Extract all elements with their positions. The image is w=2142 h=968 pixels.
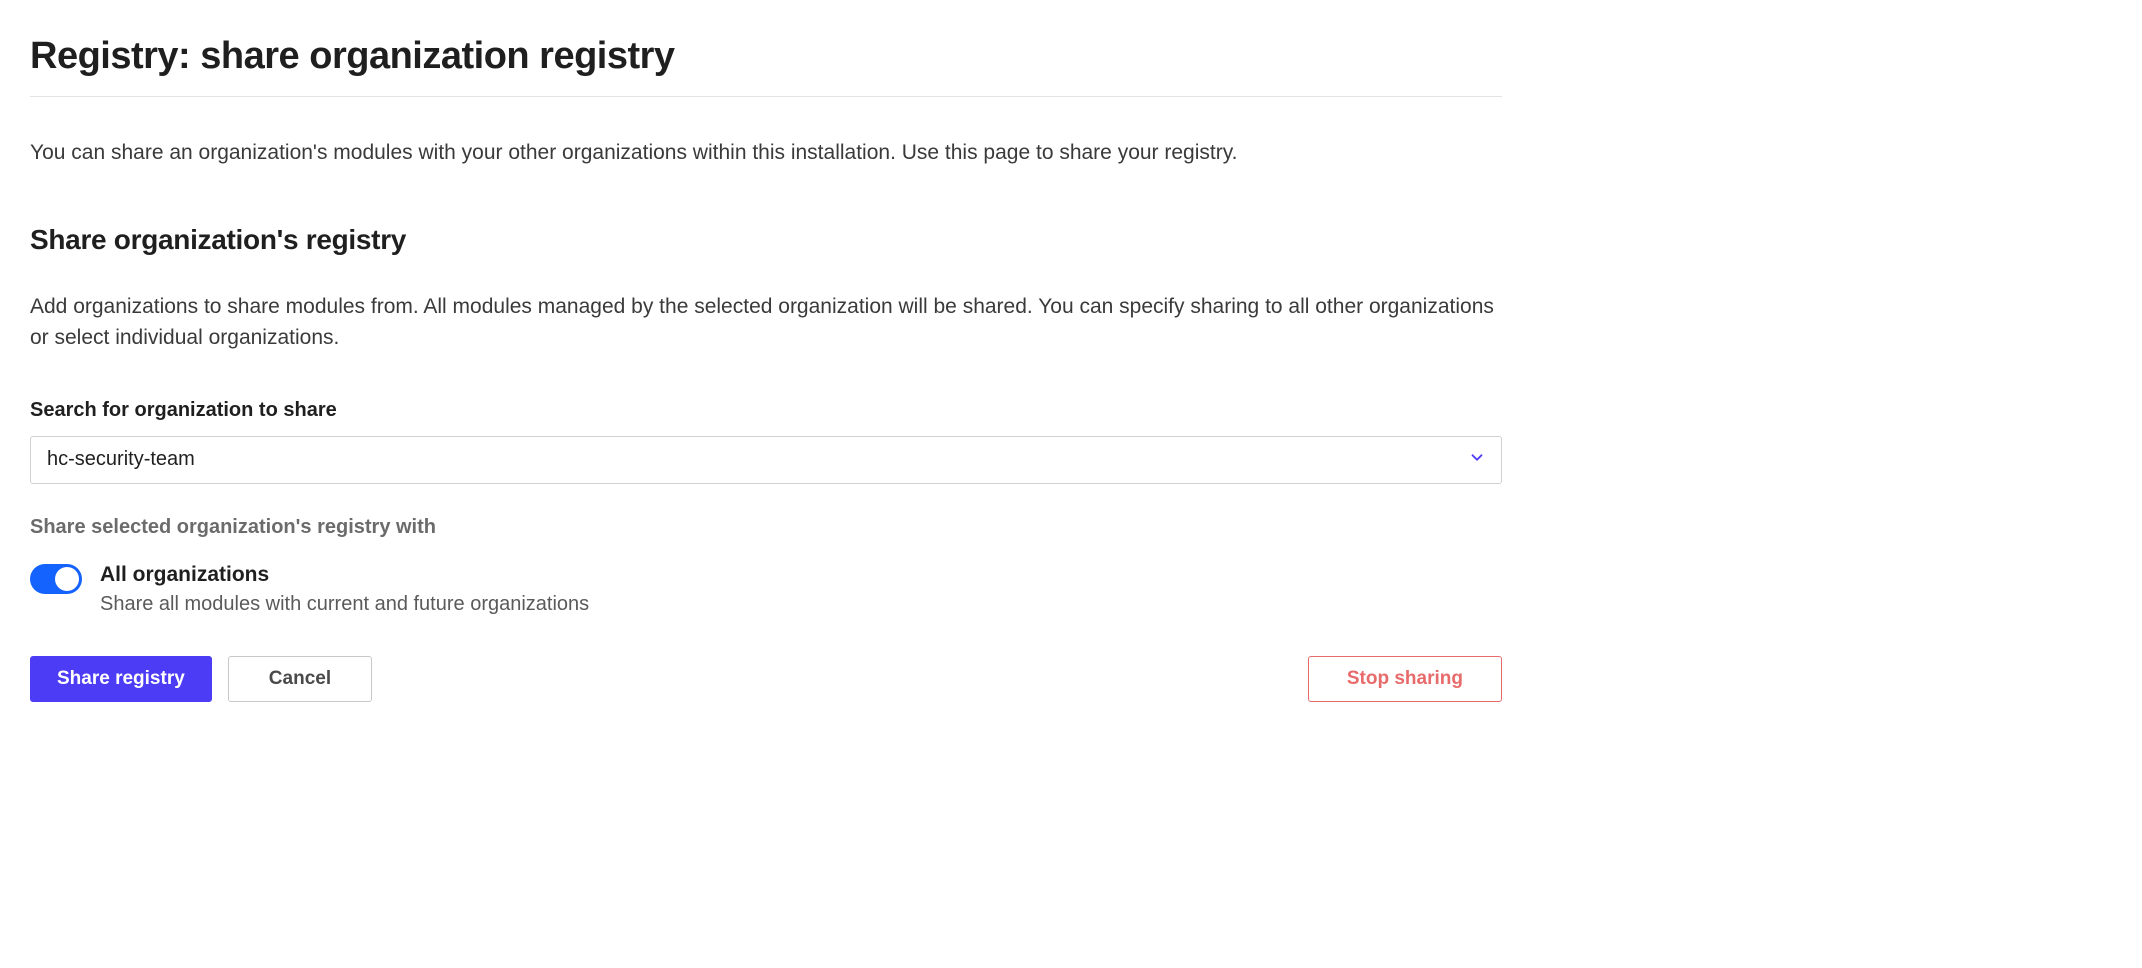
all-organizations-toggle-row: All organizations Share all modules with… <box>30 563 1502 616</box>
organization-select-wrapper <box>30 436 1502 484</box>
page-title: Registry: share organization registry <box>30 35 1502 97</box>
search-label: Search for organization to share <box>30 399 1502 422</box>
organization-select[interactable] <box>30 436 1502 484</box>
toggle-title: All organizations <box>100 563 589 587</box>
section-description: Add organizations to share modules from.… <box>30 291 1502 354</box>
toggle-content: All organizations Share all modules with… <box>100 563 589 616</box>
toggle-knob <box>55 567 79 591</box>
toggle-description: Share all modules with current and futur… <box>100 593 589 616</box>
all-organizations-toggle[interactable] <box>30 564 82 594</box>
button-row: Share registry Cancel Stop sharing <box>30 656 1502 702</box>
share-registry-button[interactable]: Share registry <box>30 656 212 702</box>
page-description: You can share an organization's modules … <box>30 137 1502 169</box>
cancel-button[interactable]: Cancel <box>228 656 372 702</box>
section-title: Share organization's registry <box>30 224 1502 256</box>
share-with-label: Share selected organization's registry w… <box>30 516 1502 539</box>
stop-sharing-button[interactable]: Stop sharing <box>1308 656 1502 702</box>
